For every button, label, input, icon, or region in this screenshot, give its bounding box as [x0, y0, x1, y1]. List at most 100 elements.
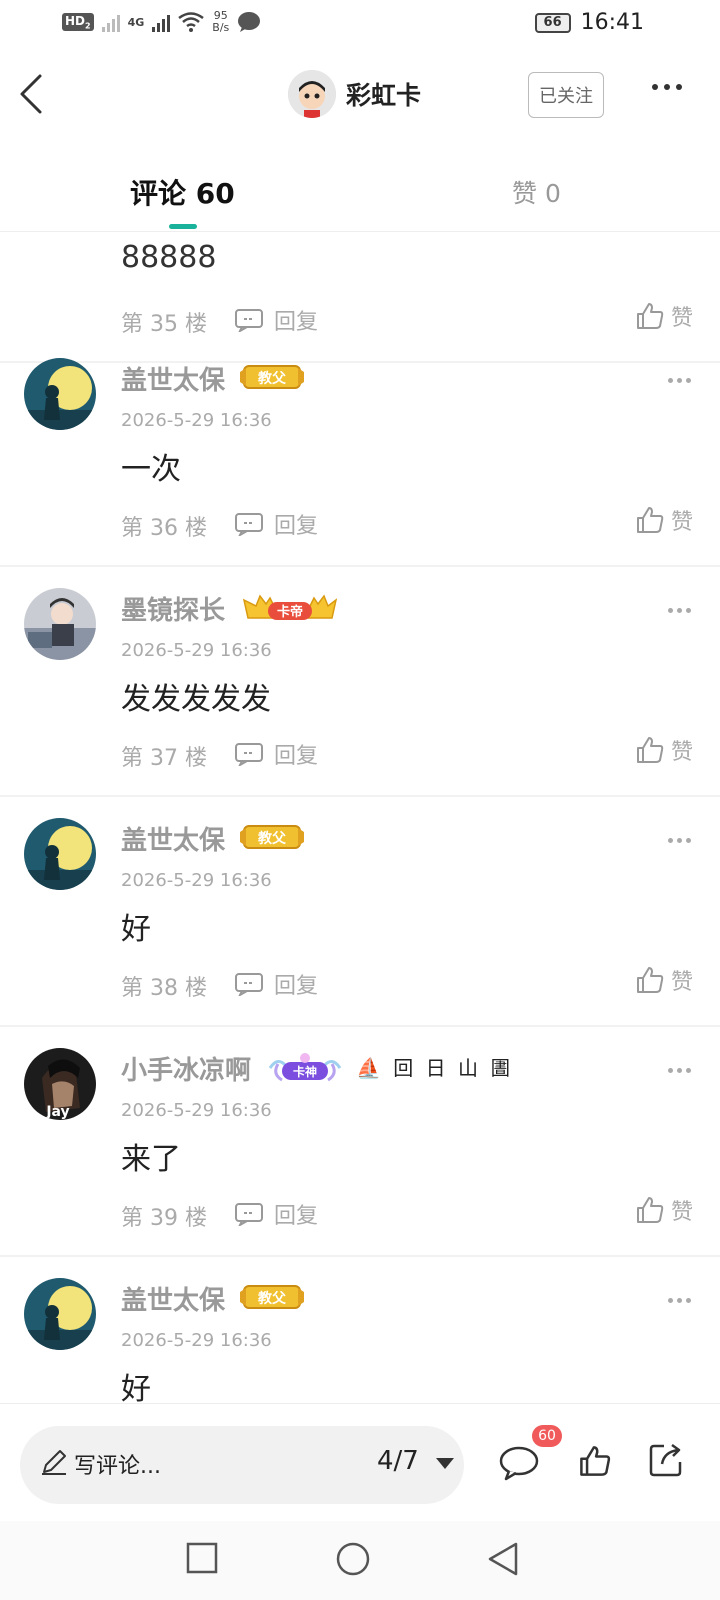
home-button[interactable]: [335, 1541, 371, 1581]
recent-apps-button[interactable]: [185, 1541, 219, 1579]
status-bar: HD2 4G 95 B/s 66 16:41: [0, 0, 720, 50]
comment-text: 发发发发发: [121, 682, 271, 717]
network-type: 4G: [127, 15, 145, 29]
svg-text:卡神: 卡神: [293, 1064, 317, 1079]
reply-bubble-icon: [235, 309, 263, 332]
title-group[interactable]: 彩虹卡: [288, 70, 421, 118]
comment-time: 2026-5-29 16:36: [121, 410, 272, 431]
chevron-down-icon[interactable]: [436, 1458, 454, 1469]
hd-indicator: HD2: [62, 12, 94, 32]
like-button[interactable]: [578, 1444, 612, 1482]
system-nav-bar: [0, 1521, 720, 1600]
page-indicator[interactable]: 4/7: [377, 1446, 419, 1476]
comment-text: 88888: [121, 240, 217, 275]
bottom-bar: 写评论... 4/7 60: [0, 1403, 720, 1521]
more-button[interactable]: [668, 838, 691, 843]
reply-bubble-icon: [235, 513, 263, 536]
sim1-signal-icon: [101, 12, 120, 32]
comment-author[interactable]: 墨镜探长: [121, 590, 225, 627]
comment-input[interactable]: 写评论... 4/7: [20, 1426, 464, 1504]
svg-text:教父: 教父: [258, 830, 287, 847]
comment-text: 好: [121, 912, 151, 947]
like-button[interactable]: 赞: [635, 1194, 693, 1226]
svg-text:教父: 教父: [258, 1290, 287, 1307]
svg-text:教父: 教父: [258, 370, 287, 387]
thumbs-up-icon: [637, 303, 664, 329]
comment-item: Jay 小手冰凉啊 卡神 ⛵ 回 日 山 圕 2026-5-29 16:36 来…: [0, 1022, 720, 1257]
thumbs-up-icon: [580, 1446, 611, 1476]
share-button[interactable]: [648, 1442, 684, 1482]
comment-text: 好: [121, 1372, 151, 1403]
thumbs-up-icon: [637, 737, 664, 763]
circle-icon: [336, 1542, 370, 1576]
status-left: HD2 4G 95 B/s: [62, 10, 261, 34]
clock: 16:41: [580, 10, 644, 35]
more-button[interactable]: [668, 608, 691, 613]
reply-bubble-icon: [235, 973, 263, 996]
tab-indicator: [169, 224, 197, 229]
more-button[interactable]: [668, 1298, 691, 1303]
page-title: 彩虹卡: [346, 81, 422, 110]
avatar[interactable]: [288, 70, 336, 118]
tab-comments[interactable]: 评论 60: [130, 172, 235, 212]
avatar[interactable]: [24, 818, 96, 890]
comment-count-badge: 60: [532, 1425, 562, 1447]
comment-text: 来了: [121, 1142, 181, 1177]
avatar[interactable]: [24, 1278, 96, 1350]
like-button[interactable]: 赞: [635, 504, 693, 536]
reply-button[interactable]: 回复: [234, 1198, 318, 1230]
comment-author[interactable]: 小手冰凉啊: [121, 1050, 251, 1087]
comment-button[interactable]: [499, 1446, 539, 1486]
reply-button[interactable]: 回复: [234, 508, 318, 540]
comment-item: 墨镜探长 卡帝 2026-5-29 16:36 发发发发发 第 37 楼 回复 …: [0, 562, 720, 797]
badge-row-extra: ⛵ 回 日 山 圕: [356, 1056, 514, 1080]
sim2-signal-icon: [152, 12, 171, 32]
badge-jiaofu: 教父: [238, 360, 306, 394]
share-icon: [649, 1443, 682, 1477]
reply-button[interactable]: 回复: [234, 738, 318, 770]
comment-placeholder: 写评论...: [74, 1454, 161, 1479]
comment-author[interactable]: 盖世太保: [121, 820, 225, 857]
comment-item: 盖世太保 教父 2026-5-29 16:36 好 第 38 楼 回复 赞: [0, 792, 720, 1027]
comment-author[interactable]: 盖世太保: [121, 1280, 225, 1317]
pencil-icon: [42, 1450, 66, 1475]
more-button[interactable]: [668, 378, 691, 383]
thumbs-up-icon: [637, 507, 664, 533]
comment-floor: 第 39 楼: [121, 1206, 207, 1231]
badge-jiaofu: 教父: [238, 1280, 306, 1314]
comment-floor: 第 38 楼: [121, 976, 207, 1001]
avatar[interactable]: Jay: [24, 1048, 96, 1120]
badge-kadi: 卡帝: [240, 590, 340, 624]
more-button[interactable]: [668, 1068, 691, 1073]
avatar[interactable]: [24, 358, 96, 430]
comment-bubble-icon: [499, 1446, 539, 1481]
like-button[interactable]: 赞: [635, 734, 693, 766]
like-button[interactable]: 赞: [635, 300, 693, 332]
nav-back-button[interactable]: [486, 1541, 520, 1581]
net-speed: 95 B/s: [212, 9, 230, 34]
triangle-back-icon: [488, 1542, 518, 1576]
battery-icon: 66: [534, 12, 571, 33]
more-button[interactable]: [652, 84, 682, 90]
wifi-icon: [178, 12, 205, 32]
square-icon: [186, 1542, 218, 1574]
reply-button[interactable]: 回复: [234, 968, 318, 1000]
follow-button[interactable]: 已关注: [528, 72, 604, 118]
back-arrow-icon: [20, 74, 42, 114]
comment-time: 2026-5-29 16:36: [121, 640, 272, 661]
like-button[interactable]: 赞: [635, 964, 693, 996]
comment-list[interactable]: 88888 第 35 楼 回复 赞 盖世太保 教父 2026-5-29 16:3…: [0, 233, 720, 1403]
thumbs-up-icon: [637, 1197, 664, 1223]
tab-bar: 评论 60 赞 0: [0, 160, 720, 232]
comment-author[interactable]: 盖世太保: [121, 360, 225, 397]
comment-floor: 第 36 楼: [121, 516, 207, 541]
top-header: 彩虹卡 已关注: [0, 60, 720, 130]
tab-likes[interactable]: 赞 0: [512, 174, 561, 210]
reply-bubble-icon: [235, 743, 263, 766]
comment-time: 2026-5-29 16:36: [121, 1100, 272, 1121]
comment-time: 2026-5-29 16:36: [121, 870, 272, 891]
avatar[interactable]: [24, 588, 96, 660]
status-right: 66 16:41: [534, 10, 644, 35]
back-button[interactable]: [14, 72, 54, 116]
reply-bubble-icon: [235, 1203, 263, 1226]
